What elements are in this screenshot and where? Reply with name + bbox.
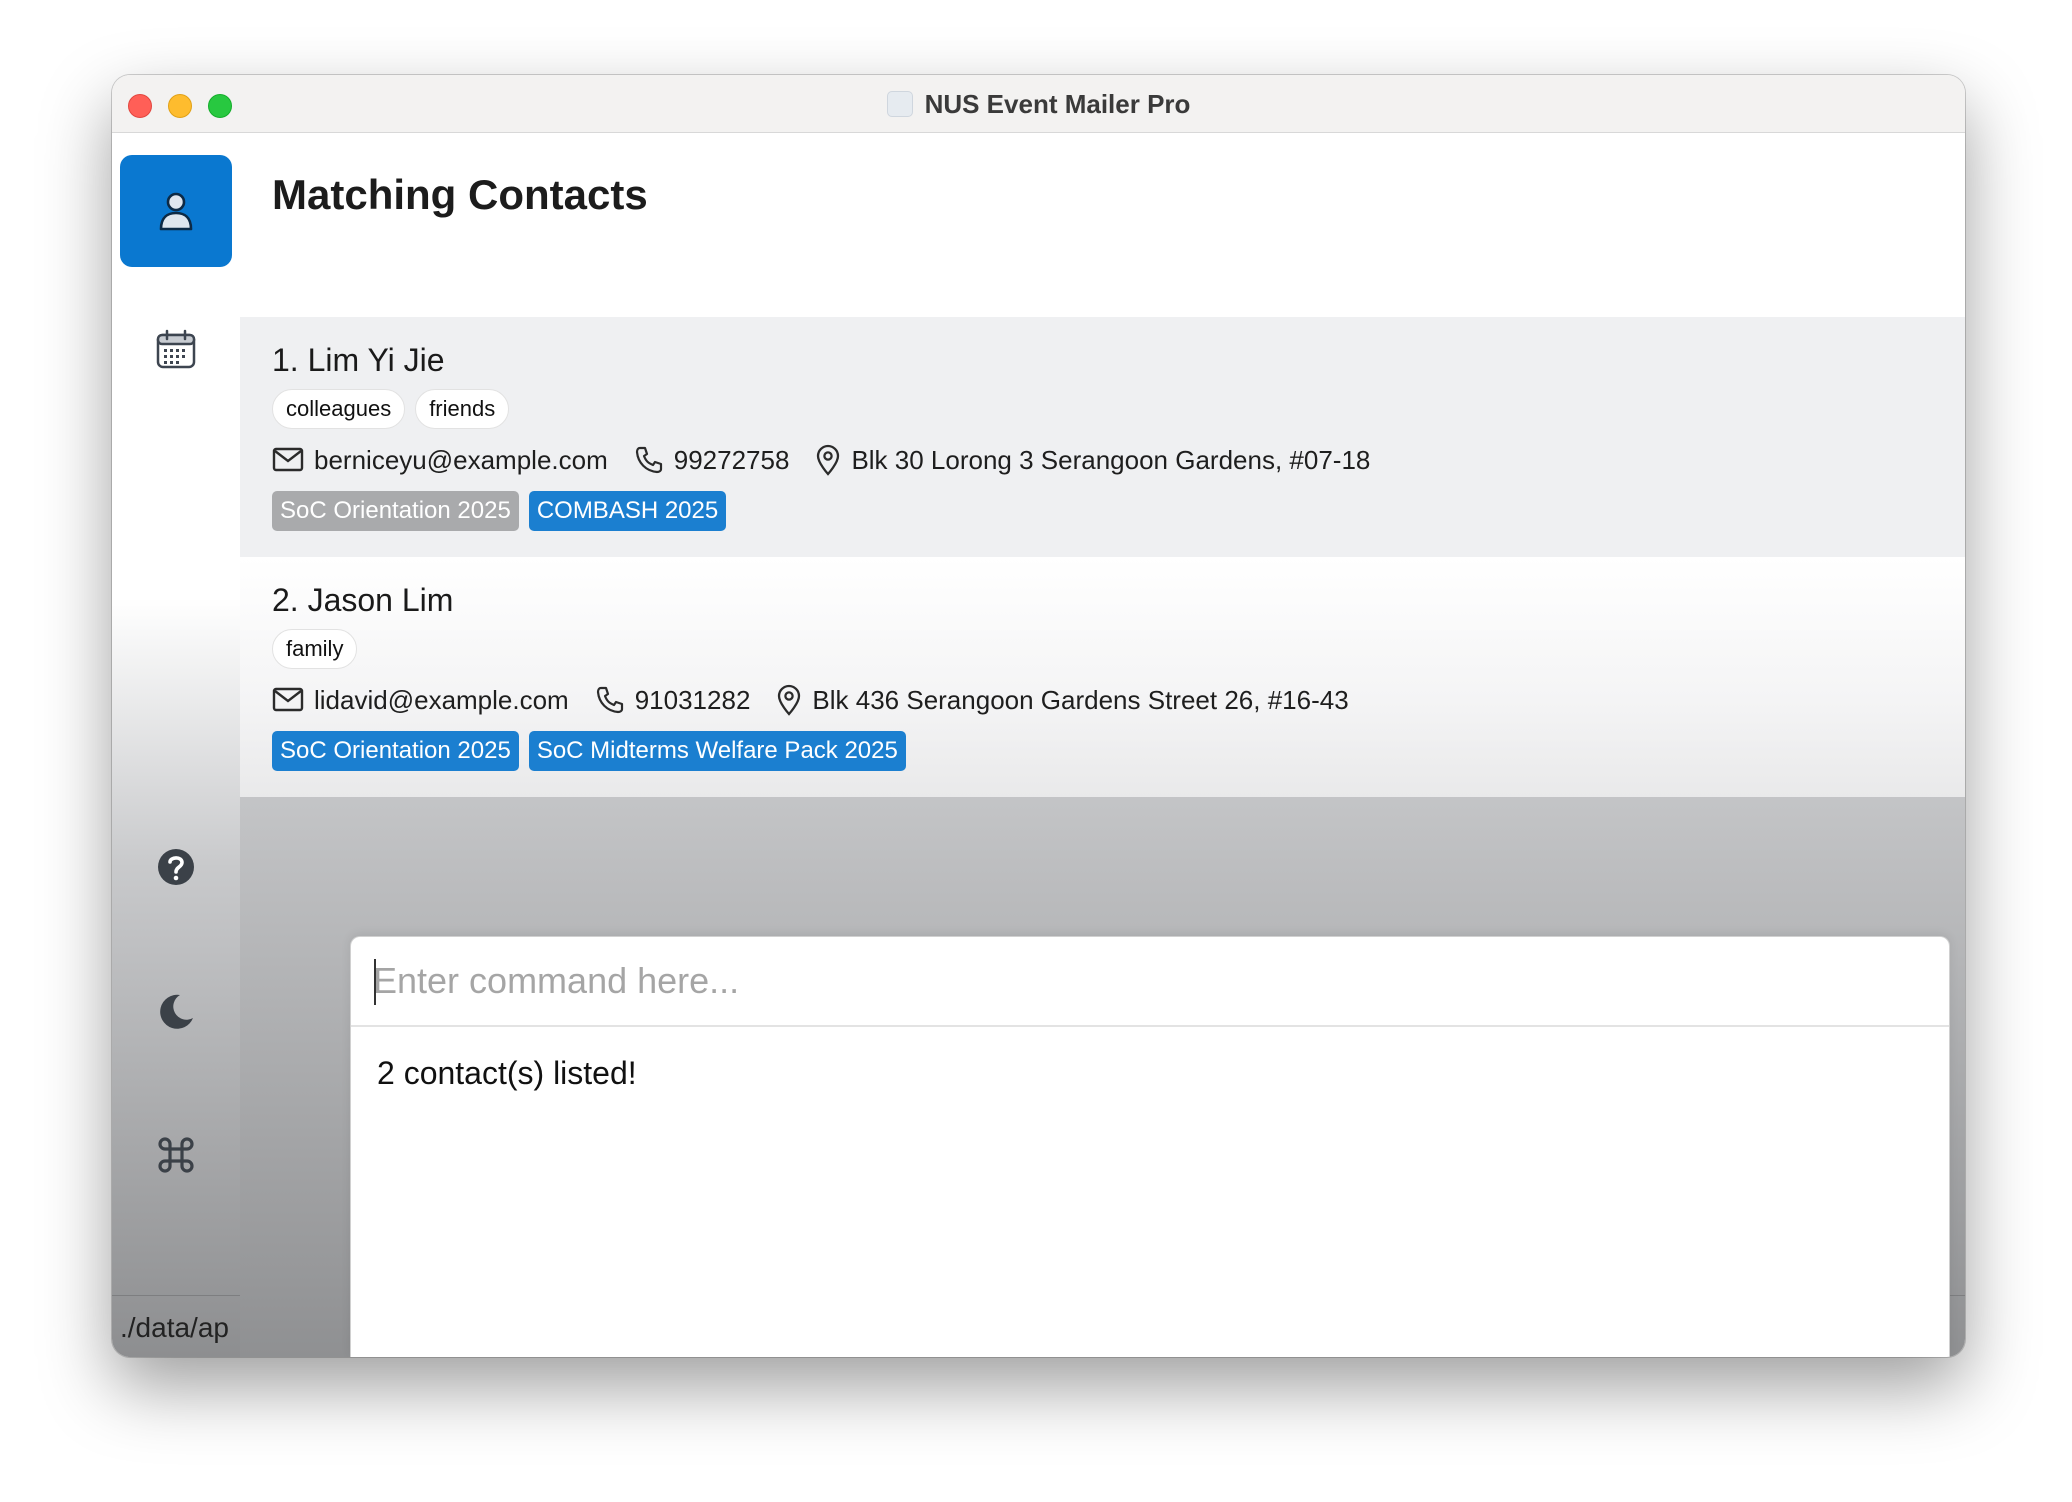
contact-email: lidavid@example.com <box>314 684 569 715</box>
location-pin-icon <box>815 444 841 476</box>
app-window: NUS Event Mailer Pro Matching Contacts 1… <box>112 75 1965 1357</box>
sidebar-item-contacts[interactable] <box>120 155 232 267</box>
command-panel: 2 contact(s) listed! <box>350 936 1950 1357</box>
contact-address: Blk 436 Serangoon Gardens Street 26, #16… <box>812 684 1349 715</box>
sidebar-item-theme[interactable] <box>120 955 232 1067</box>
question-icon <box>158 849 194 885</box>
page-header: Matching Contacts <box>240 133 1965 241</box>
email-icon <box>272 447 304 473</box>
contact-tag: family <box>272 629 358 669</box>
contact-tag: friends <box>415 389 510 429</box>
page-title: Matching Contacts <box>272 171 648 218</box>
contact-name: 1. Lim Yi Jie <box>272 342 445 378</box>
contact-tag: colleagues <box>272 389 406 429</box>
contact-phone: 99272758 <box>673 444 790 475</box>
sidebar-item-commands[interactable] <box>120 1099 232 1211</box>
contact-card[interactable]: 2. Jason Lim family lidavid@example.com … <box>240 557 1965 797</box>
command-input[interactable] <box>351 937 1949 1027</box>
calendar-icon <box>156 329 196 369</box>
contact-tags: family <box>272 629 1965 671</box>
status-bar: ./data/ap <box>112 1295 240 1357</box>
contact-tags: colleagues friends <box>272 389 1965 431</box>
window-title-group: NUS Event Mailer Pro <box>112 75 1965 133</box>
phone-icon <box>634 445 664 475</box>
contact-email: berniceyu@example.com <box>314 444 608 475</box>
event-badge[interactable]: SoC Orientation 2025 <box>272 731 519 771</box>
event-badge[interactable]: SoC Orientation 2025 <box>272 491 519 531</box>
text-caret <box>374 959 376 1005</box>
sidebar-item-events[interactable] <box>120 293 232 405</box>
location-pin-icon <box>776 684 802 716</box>
contact-phone: 91031282 <box>634 684 751 715</box>
event-badge[interactable]: SoC Midterms Welfare Pack 2025 <box>528 731 906 771</box>
title-bar: NUS Event Mailer Pro <box>112 75 1965 133</box>
moon-icon <box>160 994 193 1029</box>
contact-address: Blk 30 Lorong 3 Serangoon Gardens, #07-1… <box>851 444 1371 475</box>
contact-info-row: lidavid@example.com 91031282 Blk 436 Ser… <box>272 683 1965 717</box>
window-title: NUS Event Mailer Pro <box>924 88 1191 119</box>
contact-name: 2. Jason Lim <box>272 582 454 618</box>
person-icon <box>159 192 193 231</box>
contact-info-row: berniceyu@example.com 99272758 Blk 30 Lo… <box>272 443 1965 477</box>
contact-card[interactable]: 1. Lim Yi Jie colleagues friends bernice… <box>240 317 1965 557</box>
email-icon <box>272 687 304 713</box>
contact-events: SoC Orientation 2025 SoC Midterms Welfar… <box>272 731 1965 771</box>
command-result: 2 contact(s) listed! <box>377 1055 637 1091</box>
sidebar <box>112 133 240 1357</box>
contact-events: SoC Orientation 2025 COMBASH 2025 <box>272 491 1965 531</box>
sidebar-item-help[interactable] <box>120 811 232 923</box>
data-file-path: ./data/ap <box>120 1312 229 1343</box>
event-badge[interactable]: COMBASH 2025 <box>528 491 727 531</box>
phone-icon <box>595 685 625 715</box>
app-icon <box>886 91 913 117</box>
command-icon <box>158 1137 194 1173</box>
